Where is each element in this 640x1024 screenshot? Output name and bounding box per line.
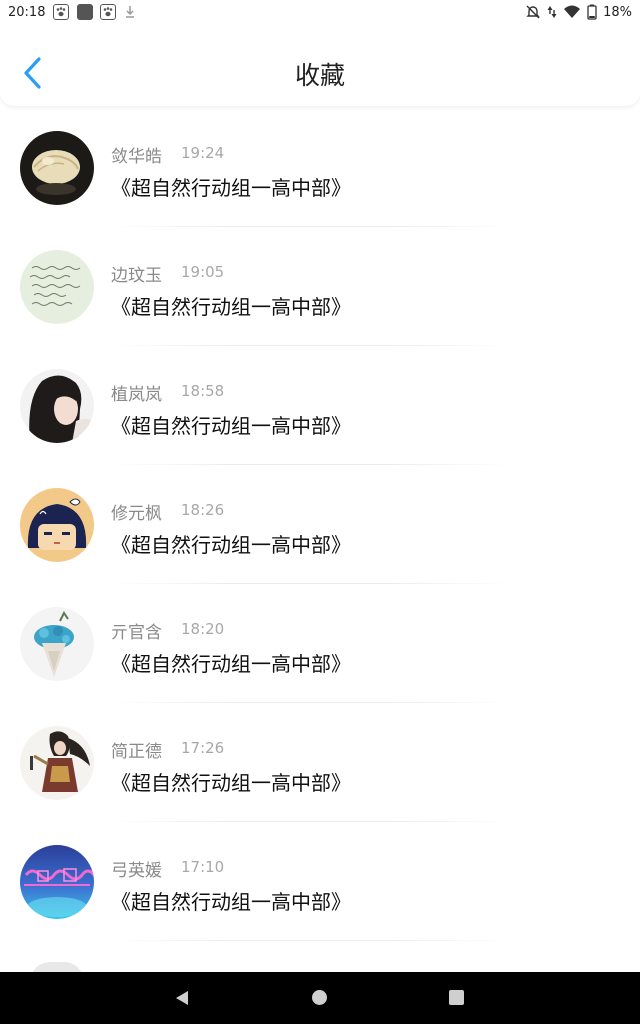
- back-triangle-icon[interactable]: [173, 989, 191, 1007]
- item-user-name: 敛华皓: [111, 147, 162, 167]
- avatar[interactable]: [20, 369, 94, 443]
- item-title: 《超自然行动组一高中部》: [111, 295, 351, 319]
- favorite-item[interactable]: 简正德 17:26 《超自然行动组一高中部》: [0, 703, 640, 822]
- avatar[interactable]: [20, 131, 94, 205]
- item-time: 17:26: [181, 739, 225, 757]
- status-time: 20:18: [8, 5, 46, 20]
- item-user-name: 亓官含: [111, 623, 162, 643]
- download-icon: [124, 4, 136, 20]
- favorite-item[interactable]: 弓英媛 17:10 《超自然行动组一高中部》: [0, 822, 640, 941]
- item-user-name: 植岚岚: [111, 385, 162, 405]
- alarm-off-icon: [526, 5, 540, 19]
- wifi-icon: [564, 5, 581, 18]
- favorite-item[interactable]: 修元枫 18:26 《超自然行动组一高中部》: [0, 465, 640, 584]
- status-right: 18%: [525, 4, 632, 20]
- item-title: 《超自然行动组一高中部》: [111, 176, 351, 200]
- item-time: 19:24: [181, 144, 225, 162]
- item-user-name: 修元枫: [111, 504, 162, 524]
- header: 收藏: [0, 26, 640, 106]
- page-title: 收藏: [294, 61, 345, 90]
- favorite-item[interactable]: 边玟玉 19:05 《超自然行动组一高中部》: [0, 227, 640, 346]
- avatar[interactable]: [20, 607, 94, 681]
- baidu-paw-icon: [53, 4, 69, 20]
- baidu-paw-icon: [100, 4, 116, 20]
- favorite-item[interactable]: 敛华皓 19:24 《超自然行动组一高中部》: [0, 108, 640, 227]
- battery-icon: [587, 4, 597, 20]
- favorite-item[interactable]: 植岚岚 18:58 《超自然行动组一高中部》: [0, 346, 640, 465]
- item-time: 17:10: [181, 858, 225, 876]
- item-time: 19:05: [181, 263, 225, 281]
- item-title: 《超自然行动组一高中部》: [111, 533, 351, 557]
- item-user-name: 边玟玉: [111, 266, 162, 286]
- item-user-name: 弓英媛: [111, 861, 162, 881]
- avatar[interactable]: [20, 726, 94, 800]
- avatar[interactable]: [20, 250, 94, 324]
- item-time: 18:58: [181, 382, 225, 400]
- status-bar: 20:18 18%: [0, 0, 640, 26]
- item-title: 《超自然行动组一高中部》: [111, 652, 351, 676]
- item-title: 《超自然行动组一高中部》: [111, 771, 351, 795]
- screen: 20:18 18% 收藏 敛华皓 19:24 《超自然行动组一高中部》 边玟玉 …: [0, 0, 640, 1024]
- battery-percent: 18%: [603, 4, 632, 20]
- avatar[interactable]: [20, 845, 94, 919]
- navigation-bar: [0, 972, 640, 1024]
- data-arrows-icon: [547, 6, 557, 18]
- favorites-list: 敛华皓 19:24 《超自然行动组一高中部》 边玟玉 19:05 《超自然行动组…: [0, 108, 640, 941]
- item-time: 18:26: [181, 501, 225, 519]
- favorite-item[interactable]: 亓官含 18:20 《超自然行动组一高中部》: [0, 584, 640, 703]
- app-square-icon: [77, 4, 93, 20]
- divider: [111, 940, 511, 941]
- recents-square-icon[interactable]: [449, 990, 464, 1005]
- avatar[interactable]: [20, 488, 94, 562]
- item-time: 18:20: [181, 620, 225, 638]
- item-user-name: 简正德: [111, 742, 162, 762]
- item-title: 《超自然行动组一高中部》: [111, 890, 351, 914]
- home-circle-icon[interactable]: [312, 990, 327, 1005]
- item-title: 《超自然行动组一高中部》: [111, 414, 351, 438]
